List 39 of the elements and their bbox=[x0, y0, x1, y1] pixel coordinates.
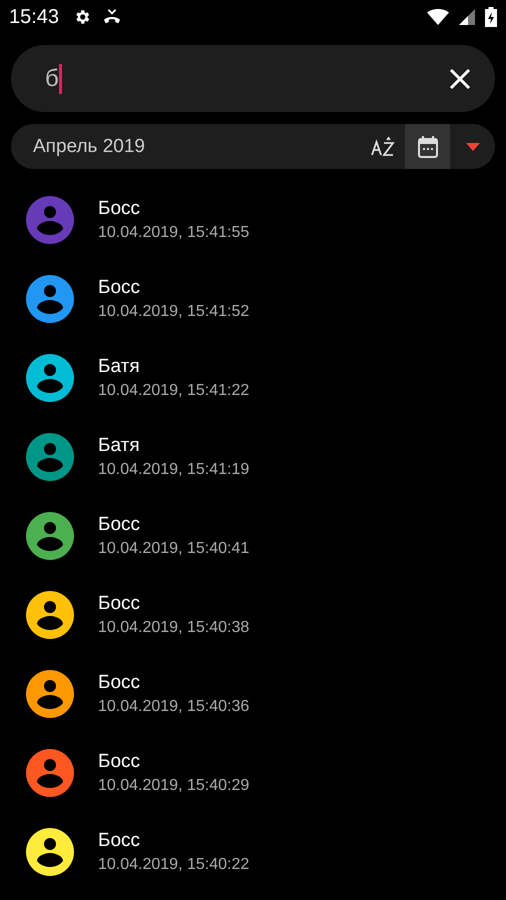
call-item[interactable]: Босс 10.04.2019, 15:40:29 bbox=[0, 733, 506, 812]
period-label[interactable]: Апрель 2019 bbox=[33, 136, 145, 158]
call-item[interactable]: Босс 10.04.2019, 15:40:36 bbox=[0, 654, 506, 733]
call-item[interactable]: Батя 10.04.2019, 15:41:19 bbox=[0, 417, 506, 496]
calendar-icon bbox=[418, 136, 438, 158]
calendar-button[interactable] bbox=[405, 124, 450, 169]
dropdown-icon bbox=[466, 142, 480, 150]
wifi-icon bbox=[427, 9, 449, 25]
status-time: 15:43 bbox=[9, 6, 60, 28]
call-item[interactable]: Босс 10.04.2019, 15:41:52 bbox=[0, 259, 506, 338]
call-datetime: 10.04.2019, 15:41:52 bbox=[98, 302, 250, 320]
close-icon[interactable] bbox=[449, 68, 471, 90]
contact-name: Босс bbox=[98, 750, 142, 772]
call-datetime: 10.04.2019, 15:40:22 bbox=[98, 856, 250, 874]
contact-name: Батя bbox=[98, 356, 141, 378]
call-datetime: 10.04.2019, 15:40:36 bbox=[98, 698, 250, 716]
battery-icon bbox=[485, 7, 497, 27]
call-item[interactable]: Батя 10.04.2019, 15:41:22 bbox=[0, 338, 506, 417]
search-text: б bbox=[45, 64, 59, 92]
call-datetime: 10.04.2019, 15:40:41 bbox=[98, 540, 250, 558]
contact-name: Батя bbox=[98, 434, 141, 456]
contact-name: Босс bbox=[98, 672, 142, 694]
call-datetime: 10.04.2019, 15:40:29 bbox=[98, 776, 250, 794]
call-item[interactable]: Босс 10.04.2019, 15:40:41 bbox=[0, 496, 506, 575]
call-item[interactable]: Босс 10.04.2019, 15:40:38 bbox=[0, 575, 506, 654]
contact-name: Босс bbox=[98, 276, 142, 298]
signal-icon bbox=[459, 9, 475, 25]
call-datetime: 10.04.2019, 15:41:22 bbox=[98, 382, 250, 400]
contact-name: Босс bbox=[98, 592, 142, 614]
search-field[interactable]: б bbox=[11, 45, 495, 112]
contact-name: Босс bbox=[98, 514, 142, 536]
call-item[interactable]: Босс 10.04.2019, 15:40:22 bbox=[0, 812, 506, 891]
call-datetime: 10.04.2019, 15:41:55 bbox=[98, 224, 250, 242]
call-item[interactable]: Босс 10.04.2019, 15:41:55 bbox=[0, 180, 506, 259]
sort-az-icon bbox=[370, 136, 394, 158]
contact-name: Босс bbox=[98, 198, 142, 220]
call-datetime: 10.04.2019, 15:41:19 bbox=[98, 460, 250, 478]
contact-name: Босс bbox=[98, 830, 142, 852]
call-datetime: 10.04.2019, 15:40:38 bbox=[98, 618, 250, 636]
